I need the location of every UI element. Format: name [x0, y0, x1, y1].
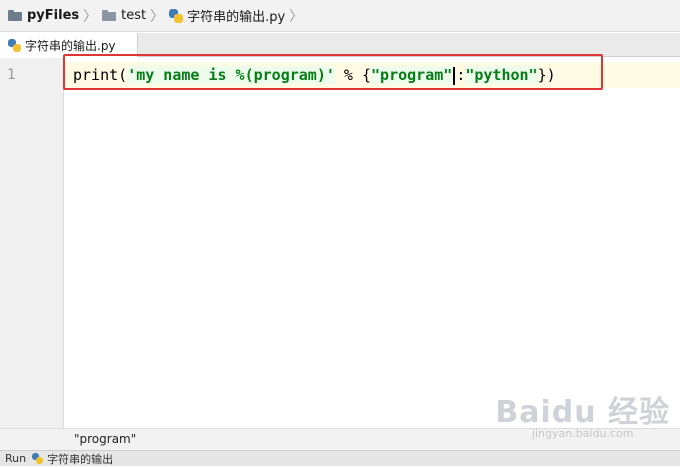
breadcrumb: pyFiles 〉 test 〉 字符串的输出.py 〉: [0, 0, 680, 32]
code-editor[interactable]: print('my name is %(program)' % {"progra…: [64, 58, 680, 428]
watermark: Baidu 经验 jingyan.baidu.com: [495, 387, 670, 440]
tab-label: 字符串的输出.py: [25, 38, 116, 53]
code-line[interactable]: print('my name is %(program)' % {"progra…: [73, 64, 556, 86]
python-file-icon: [169, 8, 184, 23]
status-text: "program": [74, 432, 137, 446]
watermark-logo: Baidu 经验: [495, 395, 670, 430]
breadcrumb-label: 字符串的输出.py: [187, 10, 286, 25]
breadcrumb-item-file[interactable]: 字符串的输出.py 〉: [169, 0, 308, 32]
code-token-paren: (: [118, 66, 128, 84]
python-file-icon: [32, 453, 44, 464]
python-file-icon: [8, 38, 21, 52]
run-label[interactable]: Run: [5, 452, 26, 465]
tab-active-file[interactable]: 字符串的输出.py: [0, 33, 138, 57]
code-token-close: }): [537, 66, 556, 84]
folder-icon: [8, 10, 22, 21]
chevron-right-icon: 〉: [83, 8, 98, 25]
code-token-function: print: [73, 66, 119, 84]
folder-icon: [102, 10, 117, 21]
chevron-right-icon: 〉: [289, 8, 304, 25]
run-tool-bar[interactable]: Run 字符串的输出: [0, 450, 680, 466]
code-token-operator: %: [334, 66, 362, 84]
line-number-gutter[interactable]: 1: [0, 58, 64, 428]
code-token-colon: :: [456, 66, 466, 84]
breadcrumb-label: pyFiles: [27, 8, 80, 23]
run-config-label[interactable]: 字符串的输出: [47, 451, 113, 467]
breadcrumb-label: test: [121, 8, 147, 23]
text-cursor: [453, 66, 456, 85]
breadcrumb-item-pyfiles[interactable]: pyFiles 〉: [8, 0, 102, 32]
line-number: 1: [7, 67, 16, 83]
code-token-dict-value: "python": [465, 66, 538, 84]
code-token-string: 'my name is %(program)': [127, 66, 335, 84]
chevron-right-icon: 〉: [150, 8, 165, 25]
code-token-brace: {: [362, 66, 372, 84]
breadcrumb-item-test[interactable]: test 〉: [102, 0, 169, 32]
code-token-dict-key: "program": [371, 66, 453, 84]
editor-tab-bar: 字符串的输出.py: [0, 33, 680, 57]
